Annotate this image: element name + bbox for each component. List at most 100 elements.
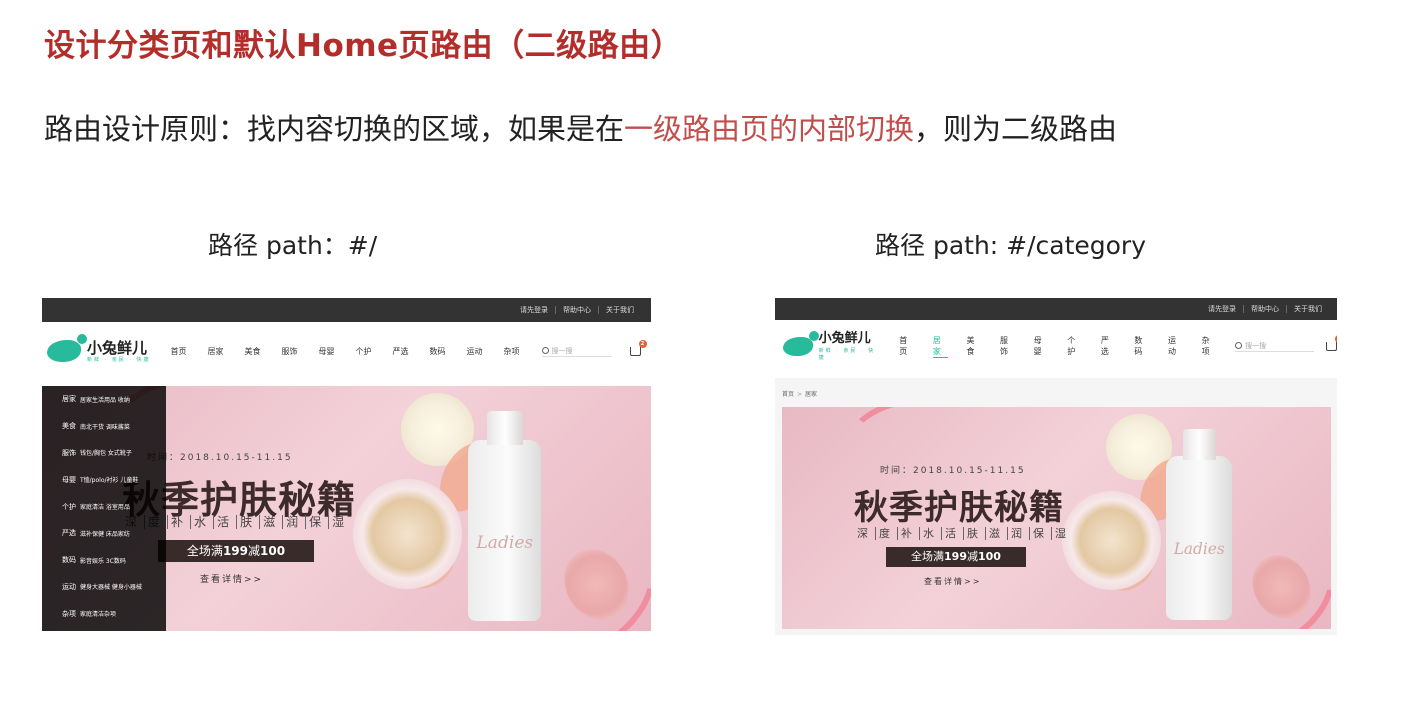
category-menu-item[interactable]: 严选 滋补保健 床品家纺	[42, 520, 166, 547]
promo-prefix: 全场满	[186, 544, 223, 559]
feature-char: 度	[875, 526, 897, 540]
category-name[interactable]: 个护	[62, 502, 76, 512]
search-box[interactable]: 搜一搜	[541, 345, 612, 357]
feature-char: 滋	[259, 515, 283, 530]
nav-item[interactable]: 严选	[393, 346, 409, 357]
about-link[interactable]: 关于我们	[1286, 305, 1329, 313]
search-input[interactable]: 搜一搜	[1245, 341, 1266, 351]
logo[interactable]: 小兔鲜儿 新鲜 · 亲民 · 快捷	[47, 334, 151, 363]
category-name[interactable]: 服饰	[62, 448, 76, 458]
routing-principle: 路由设计原则：找内容切换的区域，如果是在一级路由页的内部切换，则为二级路由	[44, 106, 1117, 148]
nav-item[interactable]: 严选	[1101, 335, 1117, 357]
promo-mid: 减	[967, 549, 978, 563]
category-menu-item[interactable]: 个护 家庭清洁 浴室用品	[42, 493, 166, 520]
logo[interactable]: 小兔鲜儿 新鲜 · 亲民 · 快捷	[783, 330, 881, 361]
nav-item[interactable]: 居家	[932, 335, 949, 358]
feature-char: 水	[919, 526, 941, 540]
nav-item[interactable]: 数码	[1134, 335, 1150, 357]
login-link[interactable]: 请先登录	[1201, 305, 1243, 313]
category-menu-item[interactable]: 运动 健身大器械 健身小器械	[42, 574, 166, 601]
category-name[interactable]: 杂项	[62, 609, 76, 619]
slide: 设计分类页和默认Home页路由（二级路由） 路由设计原则：找内容切换的区域，如果…	[0, 0, 1418, 713]
nav-item[interactable]: 首页	[171, 346, 187, 357]
category-menu-item[interactable]: 杂项 家庭清洁杂项	[42, 600, 166, 627]
feature-char: 湿	[1051, 526, 1073, 540]
banner-features: 深度补水活肤滋润保湿	[854, 525, 1073, 541]
nav-item[interactable]: 个护	[356, 346, 372, 357]
cart-badge: 2	[1335, 334, 1337, 343]
nav-item[interactable]: 杂项	[1202, 335, 1218, 357]
cart-icon[interactable]: 2	[629, 339, 647, 356]
category-banner[interactable]: Ladies 时间：2018.10.15-11.15 秋季护肤秘籍深度补水活肤滋润保…	[782, 407, 1331, 629]
category-name[interactable]: 数码	[62, 555, 76, 565]
nav-item[interactable]: 母婴	[319, 346, 335, 357]
help-link[interactable]: 帮助中心	[1243, 305, 1286, 313]
category-name[interactable]: 严选	[62, 528, 76, 538]
category-menu-item[interactable]: 数码 影音娱乐 3C数码	[42, 547, 166, 574]
about-link[interactable]: 关于我们	[598, 306, 641, 314]
feature-char: 肤	[236, 515, 260, 530]
nav-item[interactable]: 运动	[467, 346, 483, 357]
category-name[interactable]: 居家	[62, 394, 76, 404]
category-subitems[interactable]: 家庭清洁杂项	[80, 609, 116, 618]
nav-item[interactable]: 美食	[966, 335, 982, 357]
principle-suffix: ，则为二级路由	[914, 112, 1118, 146]
brand-tagline: 新鲜 · 亲民 · 快捷	[818, 348, 876, 361]
category-name[interactable]: 运动	[62, 582, 76, 592]
breadcrumb-home[interactable]: 首页	[782, 391, 794, 398]
feature-char: 补	[897, 526, 919, 540]
right-path-label: 路径 path: #/category	[875, 231, 1147, 260]
category-menu-item[interactable]: 居家 居家生活用品 收纳	[42, 386, 166, 413]
category-subitems[interactable]: 钱包/胸包 女式靴子	[80, 448, 132, 457]
promo-discount: 100	[260, 544, 286, 559]
nav-item[interactable]: 服饰	[282, 346, 298, 357]
category-subitems[interactable]: 滋补保健 床品家纺	[80, 529, 130, 538]
lotion-bottle-image: Ladies	[468, 410, 542, 622]
feature-char: 湿	[328, 515, 352, 530]
nav-item[interactable]: 数码	[430, 346, 446, 357]
category-subitems[interactable]: 居家生活用品 收纳	[80, 395, 130, 404]
nav-item[interactable]: 首页	[899, 335, 915, 357]
bottle-label: Ladies	[476, 532, 534, 553]
category-name[interactable]: 母婴	[62, 475, 76, 485]
home-page-screenshot: 请先登录 帮助中心 关于我们 小兔鲜儿 新鲜 · 亲民 · 快捷 首页 居家 美食服…	[42, 298, 651, 631]
app-header: 小兔鲜儿 新鲜 · 亲民 · 快捷 首页 居家 美食 服饰 母婴 个护 严选 数码 运动 杂项 搜…	[42, 334, 651, 368]
category-subitems[interactable]: 健身大器械 健身小器械	[80, 582, 142, 591]
cart-icon[interactable]: 2	[1326, 334, 1337, 351]
feature-char: 活	[941, 526, 963, 540]
nav-item[interactable]: 母婴	[1034, 335, 1050, 357]
feature-char: 滋	[985, 526, 1007, 540]
app-header: 小兔鲜儿 新鲜 · 亲民 · 快捷 首页 居家 美食 服饰 母婴 个护 严选 数码 运动 杂项 搜…	[775, 330, 1337, 361]
category-subitems[interactable]: 影音娱乐 3C数码	[80, 556, 126, 565]
principle-prefix: 路由设计原则：找内容切换的区域，如果是在	[44, 112, 625, 146]
category-menu-item[interactable]: 美食 南北干货 调味酱菜	[42, 413, 166, 440]
promo-discount: 100	[978, 549, 1001, 563]
category-menu: 居家 居家生活用品 收纳 美食 南北干货 调味酱菜 服饰 钱包/胸包 女式靴子 母婴 T恤/p…	[42, 386, 166, 631]
nav-item[interactable]: 居家	[208, 346, 224, 357]
category-subitems[interactable]: 南北干货 调味酱菜	[80, 422, 130, 431]
search-input[interactable]: 搜一搜	[552, 346, 573, 356]
login-link[interactable]: 请先登录	[513, 306, 555, 314]
bottle-cap	[1182, 429, 1216, 461]
feature-char: 肤	[963, 526, 985, 540]
nav-item[interactable]: 服饰	[1000, 335, 1016, 357]
category-subitems[interactable]: T恤/polo/衬衫 儿童鞋	[80, 475, 138, 484]
category-subitems[interactable]: 家庭清洁 浴室用品	[80, 502, 130, 511]
search-box[interactable]: 搜一搜	[1235, 340, 1315, 352]
nav-item[interactable]: 运动	[1168, 335, 1184, 357]
category-name[interactable]: 美食	[62, 421, 76, 431]
left-path-label: 路径 path：#/	[208, 231, 378, 260]
nav-item[interactable]: 个护	[1067, 335, 1083, 357]
view-details-link[interactable]: 查看详情>>	[200, 572, 263, 585]
view-details-link[interactable]: 查看详情>>	[924, 576, 981, 587]
feature-char: 活	[213, 515, 237, 530]
lotion-bottle-image: Ladies	[1166, 429, 1233, 621]
help-link[interactable]: 帮助中心	[555, 306, 598, 314]
promo-badge: 全场满199减100	[158, 540, 314, 563]
category-menu-item[interactable]: 母婴 T恤/polo/衬衫 儿童鞋	[42, 466, 166, 493]
nav-item[interactable]: 杂项	[504, 346, 520, 357]
category-menu-item[interactable]: 服饰 钱包/胸包 女式靴子	[42, 440, 166, 467]
nav-item[interactable]: 美食	[245, 346, 261, 357]
feature-char: 保	[1029, 526, 1051, 540]
search-icon	[541, 347, 549, 354]
